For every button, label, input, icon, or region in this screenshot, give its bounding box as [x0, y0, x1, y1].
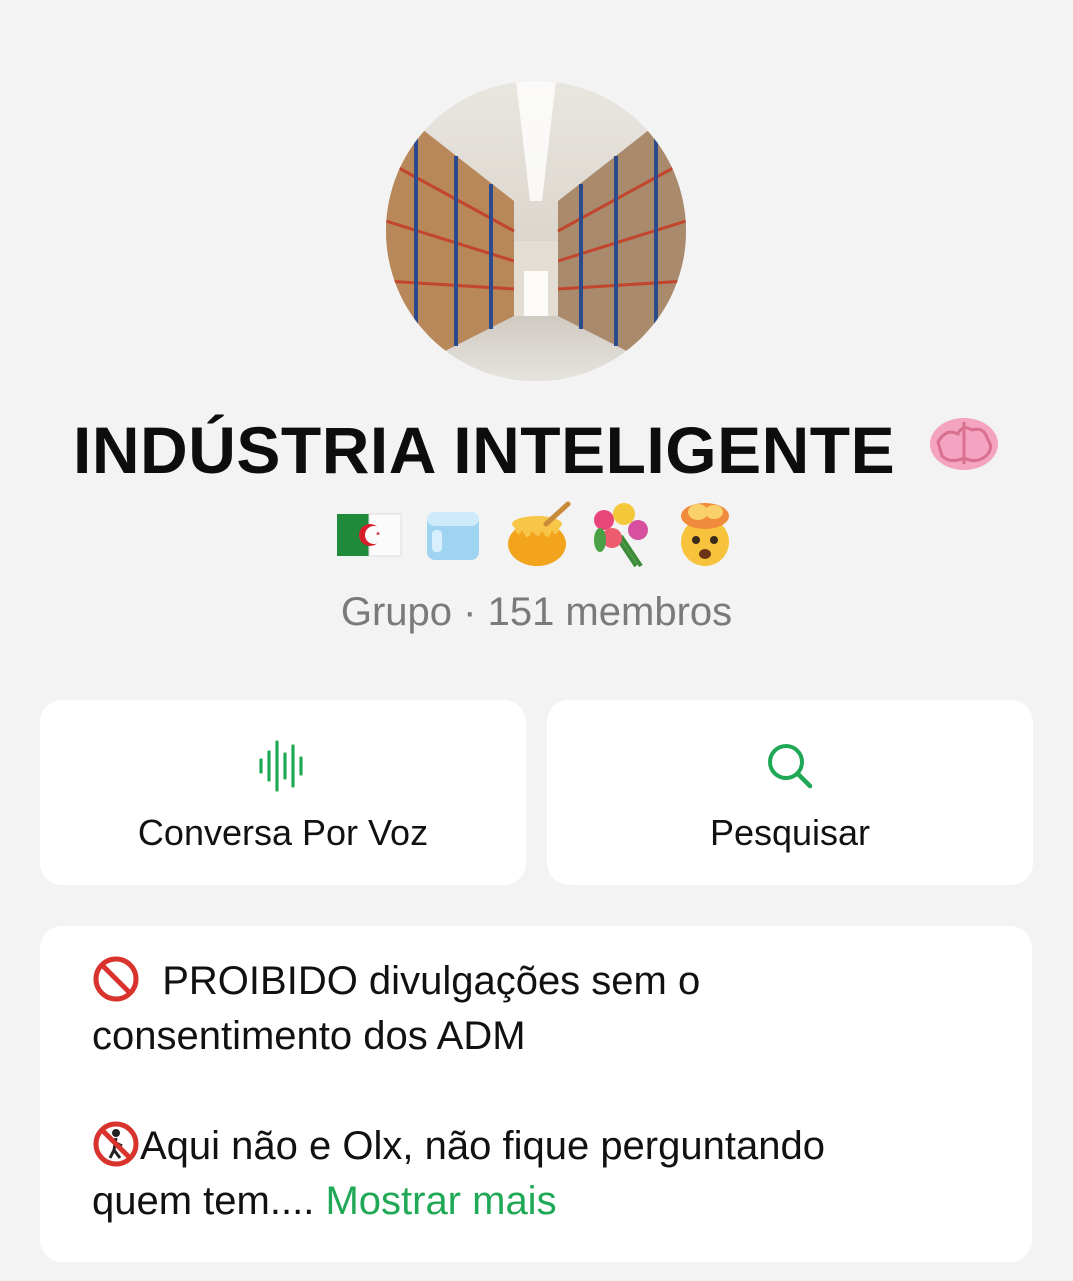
bouquet-icon: [586, 500, 656, 570]
voice-waveform-icon: [259, 740, 303, 792]
brain-emoji-icon: [928, 413, 1000, 489]
search-icon: [768, 744, 813, 789]
group-avatar[interactable]: [386, 81, 686, 381]
group-description-card: PROIBIDO divulgações sem o consentimento…: [40, 926, 1032, 1262]
description-line-2: consentimento dos ADM: [92, 1014, 526, 1058]
search-label: Pesquisar: [709, 812, 871, 853]
honey-pot-icon: [502, 500, 572, 570]
voice-chat-button[interactable]: Conversa Por Voz: [40, 700, 526, 885]
description-spacer: [92, 1064, 992, 1119]
group-name-text: INDÚSTRIA INTELIGENTE: [73, 413, 896, 487]
voice-chat-label: Conversa Por Voz: [137, 812, 429, 853]
description-line-3: Aqui não e Olx, não fique perguntando: [92, 1119, 992, 1174]
group-subtitle: Grupo · 151 membros: [340, 590, 733, 634]
description-line-1-text: PROIBIDO divulgações sem o: [162, 959, 701, 1003]
ice-cube-icon: [418, 500, 488, 570]
description-line-4: quem tem.... Mostrar mais: [92, 1174, 992, 1229]
exploding-head-icon: [670, 500, 740, 570]
group-description: PROIBIDO divulgações sem o consentimento…: [92, 954, 992, 1229]
algeria-flag-icon: [334, 500, 404, 570]
group-name: INDÚSTRIA INTELIGENTE: [0, 412, 1073, 489]
description-line-1: PROIBIDO divulgações sem o: [92, 954, 992, 1009]
prohibited-emoji-icon: [93, 956, 139, 1002]
show-more-link[interactable]: Mostrar mais: [325, 1179, 556, 1223]
description-line-3-text: Aqui não e Olx, não fique perguntando: [140, 1124, 825, 1168]
search-button[interactable]: Pesquisar: [547, 700, 1033, 885]
no-pedestrians-emoji-icon: [93, 1121, 139, 1167]
group-emoji-row: [0, 500, 1073, 570]
description-line-4-text: quem tem....: [92, 1179, 315, 1223]
